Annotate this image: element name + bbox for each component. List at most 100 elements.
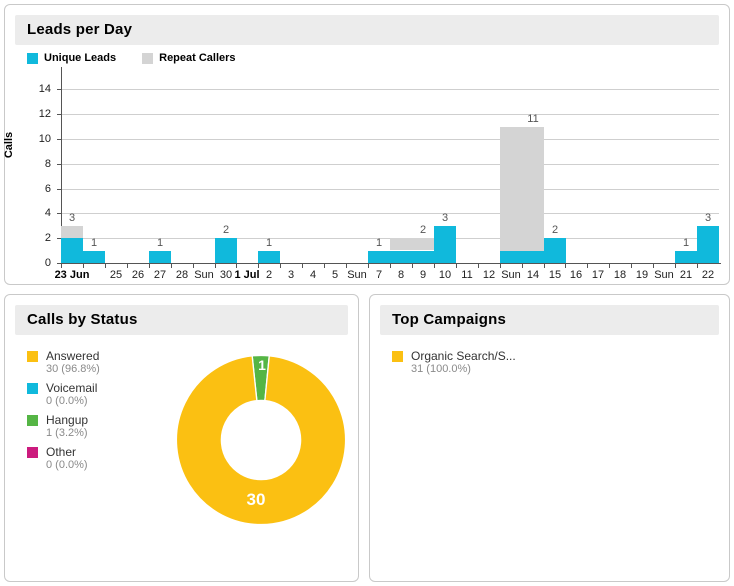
x-axis-tickmark [587, 264, 588, 268]
gridline [61, 139, 719, 140]
x-axis-tickmark [565, 264, 566, 268]
x-axis-tickmark [105, 264, 106, 268]
status-legend: Answered 30 (96.8%) Voicemail 0 (0.0%) Hangu… [27, 349, 100, 477]
y-axis-tick-label: 8 [44, 158, 51, 170]
leads-per-day-panel: Leads per Day Unique Leads Repeat Caller… [3, 4, 731, 286]
bar-repeat-callers[interactable] [61, 226, 83, 238]
x-axis-tickmark [302, 264, 303, 268]
campaign-panel-title: Top Campaigns [392, 311, 506, 328]
y-axis-tick-label: 14 [38, 83, 51, 95]
y-axis-tick-label: 4 [44, 207, 51, 219]
bar-value-label: 3 [68, 212, 76, 224]
gridline [61, 213, 719, 214]
status-legend-label: Other [46, 445, 77, 459]
campaign-legend-label: Organic Search/S... [411, 349, 516, 363]
square-swatch-icon [27, 446, 38, 458]
bar-unique-leads[interactable] [83, 251, 105, 263]
status-legend-value: 30 (96.8%) [46, 363, 100, 375]
status-legend-value: 1 (3.2%) [46, 427, 88, 439]
bar-unique-leads[interactable] [215, 238, 237, 263]
campaign-legend-item[interactable]: Organic Search/S... 31 (100.0%) [392, 349, 516, 375]
x-axis-tickmark [478, 264, 479, 268]
x-axis-tick-label: 22 [701, 269, 715, 281]
status-legend-item[interactable]: Other 0 (0.0%) [27, 445, 100, 471]
x-axis-tickmark [258, 264, 259, 268]
bar-unique-leads[interactable] [258, 251, 280, 263]
square-swatch-icon [27, 350, 38, 362]
y-axis-tick-label: 6 [44, 183, 51, 195]
x-axis-tickmark [500, 264, 501, 268]
x-axis-tickmark [346, 264, 347, 268]
status-legend-value: 0 (0.0%) [46, 395, 88, 407]
bar-unique-leads[interactable] [522, 251, 544, 263]
x-axis-tickmark [412, 264, 413, 268]
y-axis-tick-label: 12 [38, 108, 51, 120]
x-axis-tick-label: 23 Jun [54, 269, 90, 281]
x-axis-tickmark [324, 264, 325, 268]
bar-repeat-callers[interactable] [500, 127, 522, 251]
bar-unique-leads[interactable] [368, 251, 390, 263]
x-axis-tickmark [697, 264, 698, 268]
x-axis-tickmark [544, 264, 545, 268]
leads-bar-chart: Calls 0 2 4 6 8 10 12 14 3 1 1 2 1 1 2 3 11 2 1 3 23 Jun 25 26… [3, 5, 731, 286]
calls-by-status-panel: Calls by Status Answered 30 (96.8%) Voicem… [4, 294, 359, 582]
bar-value-label: 1 [156, 237, 164, 249]
y-axis-tick-label: 2 [44, 232, 51, 244]
bar-value-label: 2 [551, 224, 559, 236]
x-axis-tickmark [215, 264, 216, 268]
status-legend-label: Hangup [46, 413, 89, 427]
status-legend-label: Answered [46, 349, 100, 363]
campaign-donut-chart[interactable]: 31 [527, 350, 707, 530]
y-axis-label: Calls [3, 131, 15, 159]
donut-slice-label: 31 [606, 492, 626, 511]
donut-slice-label: 30 [246, 490, 266, 509]
status-legend-item[interactable]: Answered 30 (96.8%) [27, 349, 100, 375]
status-legend-item[interactable]: Hangup 1 (3.2%) [27, 413, 100, 439]
campaign-legend-value: 31 (100.0%) [411, 363, 471, 375]
x-axis-tickmark [83, 264, 84, 268]
x-axis-tickmark [390, 264, 391, 268]
x-axis-tickmark [675, 264, 676, 268]
x-axis-tickmark [280, 264, 281, 268]
bar-value-label: 3 [704, 212, 712, 224]
bar-value-label: 11 [527, 113, 539, 125]
y-axis-tick-label: 0 [44, 257, 51, 269]
bar-value-label: 2 [419, 224, 427, 236]
bar-value-label: 2 [222, 224, 230, 236]
campaign-legend: Organic Search/S... 31 (100.0%) [392, 349, 516, 381]
bar-unique-leads[interactable] [149, 251, 171, 263]
x-axis-tickmark [171, 264, 172, 268]
x-axis-line [61, 263, 721, 264]
gridline [61, 164, 719, 165]
x-axis-tickmark [522, 264, 523, 268]
bar-unique-leads[interactable] [390, 251, 412, 263]
top-campaigns-panel: Top Campaigns Organic Search/S... 31 (100… [369, 294, 730, 582]
status-legend-item[interactable]: Voicemail 0 (0.0%) [27, 381, 100, 407]
x-axis-tickmark [653, 264, 654, 268]
gridline [61, 89, 719, 90]
y-axis-tick-label: 10 [38, 133, 51, 145]
x-axis-tickmark [609, 264, 610, 268]
status-panel-title: Calls by Status [27, 311, 138, 328]
status-legend-value: 0 (0.0%) [46, 459, 88, 471]
bar-unique-leads[interactable] [500, 251, 522, 263]
bar-value-label: 3 [441, 212, 449, 224]
bar-value-label: 1 [375, 237, 383, 249]
bar-unique-leads[interactable] [544, 238, 566, 263]
x-axis-tickmark [368, 264, 369, 268]
x-axis-tickmark [61, 264, 62, 268]
gridline [61, 114, 719, 115]
bar-value-label: 1 [90, 237, 98, 249]
x-axis-tickmark [631, 264, 632, 268]
square-swatch-icon [392, 350, 403, 362]
status-donut-chart[interactable]: 1 30 [171, 350, 351, 530]
x-axis-tickmark [127, 264, 128, 268]
bar-unique-leads[interactable] [675, 251, 697, 263]
bar-value-label: 1 [265, 237, 273, 249]
bar-value-label: 1 [682, 237, 690, 249]
bar-unique-leads[interactable] [412, 251, 434, 263]
status-legend-label: Voicemail [46, 381, 98, 395]
bar-repeat-callers[interactable] [412, 238, 434, 250]
x-axis-tickmark [434, 264, 435, 268]
x-axis-tickmark [236, 264, 237, 268]
